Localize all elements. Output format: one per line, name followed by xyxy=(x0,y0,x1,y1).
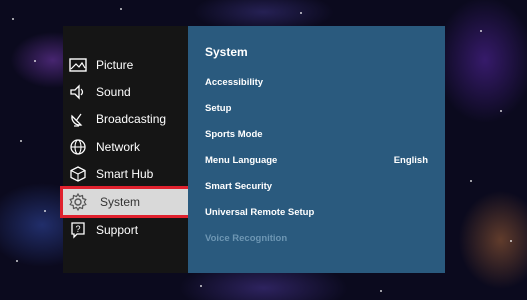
menu-language-value: English xyxy=(393,155,428,166)
speaker-icon xyxy=(68,82,88,102)
globe-icon xyxy=(68,137,88,157)
sidebar-item-label: Sound xyxy=(96,85,131,99)
option-voice-recognition: Voice Recognition xyxy=(205,233,288,244)
sidebar-item-support[interactable]: ? Support xyxy=(63,217,188,243)
settings-sidebar: Picture Sound Broadcasting Network Smart xyxy=(60,26,191,273)
sidebar-item-picture[interactable]: Picture xyxy=(63,52,188,78)
sidebar-item-label: Broadcasting xyxy=(96,112,167,126)
satellite-icon xyxy=(68,109,88,129)
option-sports-mode[interactable]: Sports Mode xyxy=(205,129,263,140)
cube-icon xyxy=(68,164,88,184)
sidebar-item-smart-hub[interactable]: Smart Hub xyxy=(63,161,188,187)
sidebar-item-label: Network xyxy=(96,140,141,154)
sidebar-item-broadcasting[interactable]: Broadcasting xyxy=(63,106,188,132)
help-icon: ? xyxy=(68,220,88,240)
option-universal-remote-setup[interactable]: Universal Remote Setup xyxy=(205,207,314,218)
option-smart-security[interactable]: Smart Security xyxy=(205,181,272,192)
option-accessibility[interactable]: Accessibility xyxy=(205,77,263,88)
settings-menu: Picture Sound Broadcasting Network Smart xyxy=(60,26,445,273)
sidebar-item-sound[interactable]: Sound xyxy=(63,79,188,105)
sidebar-item-label: Picture xyxy=(96,58,134,72)
option-menu-language[interactable]: Menu Language xyxy=(205,155,277,166)
panel-title: System xyxy=(205,45,248,59)
sidebar-item-label: Support xyxy=(96,223,139,237)
system-panel: System Accessibility Setup Sports Mode M… xyxy=(188,26,445,273)
option-setup[interactable]: Setup xyxy=(205,103,231,114)
sidebar-item-network[interactable]: Network xyxy=(63,134,188,160)
picture-icon xyxy=(68,55,88,75)
svg-text:?: ? xyxy=(75,224,80,234)
sidebar-item-label: Smart Hub xyxy=(96,167,154,181)
gear-icon xyxy=(68,192,88,212)
sidebar-item-label: System xyxy=(100,195,141,209)
sidebar-item-system[interactable]: System xyxy=(60,186,191,218)
